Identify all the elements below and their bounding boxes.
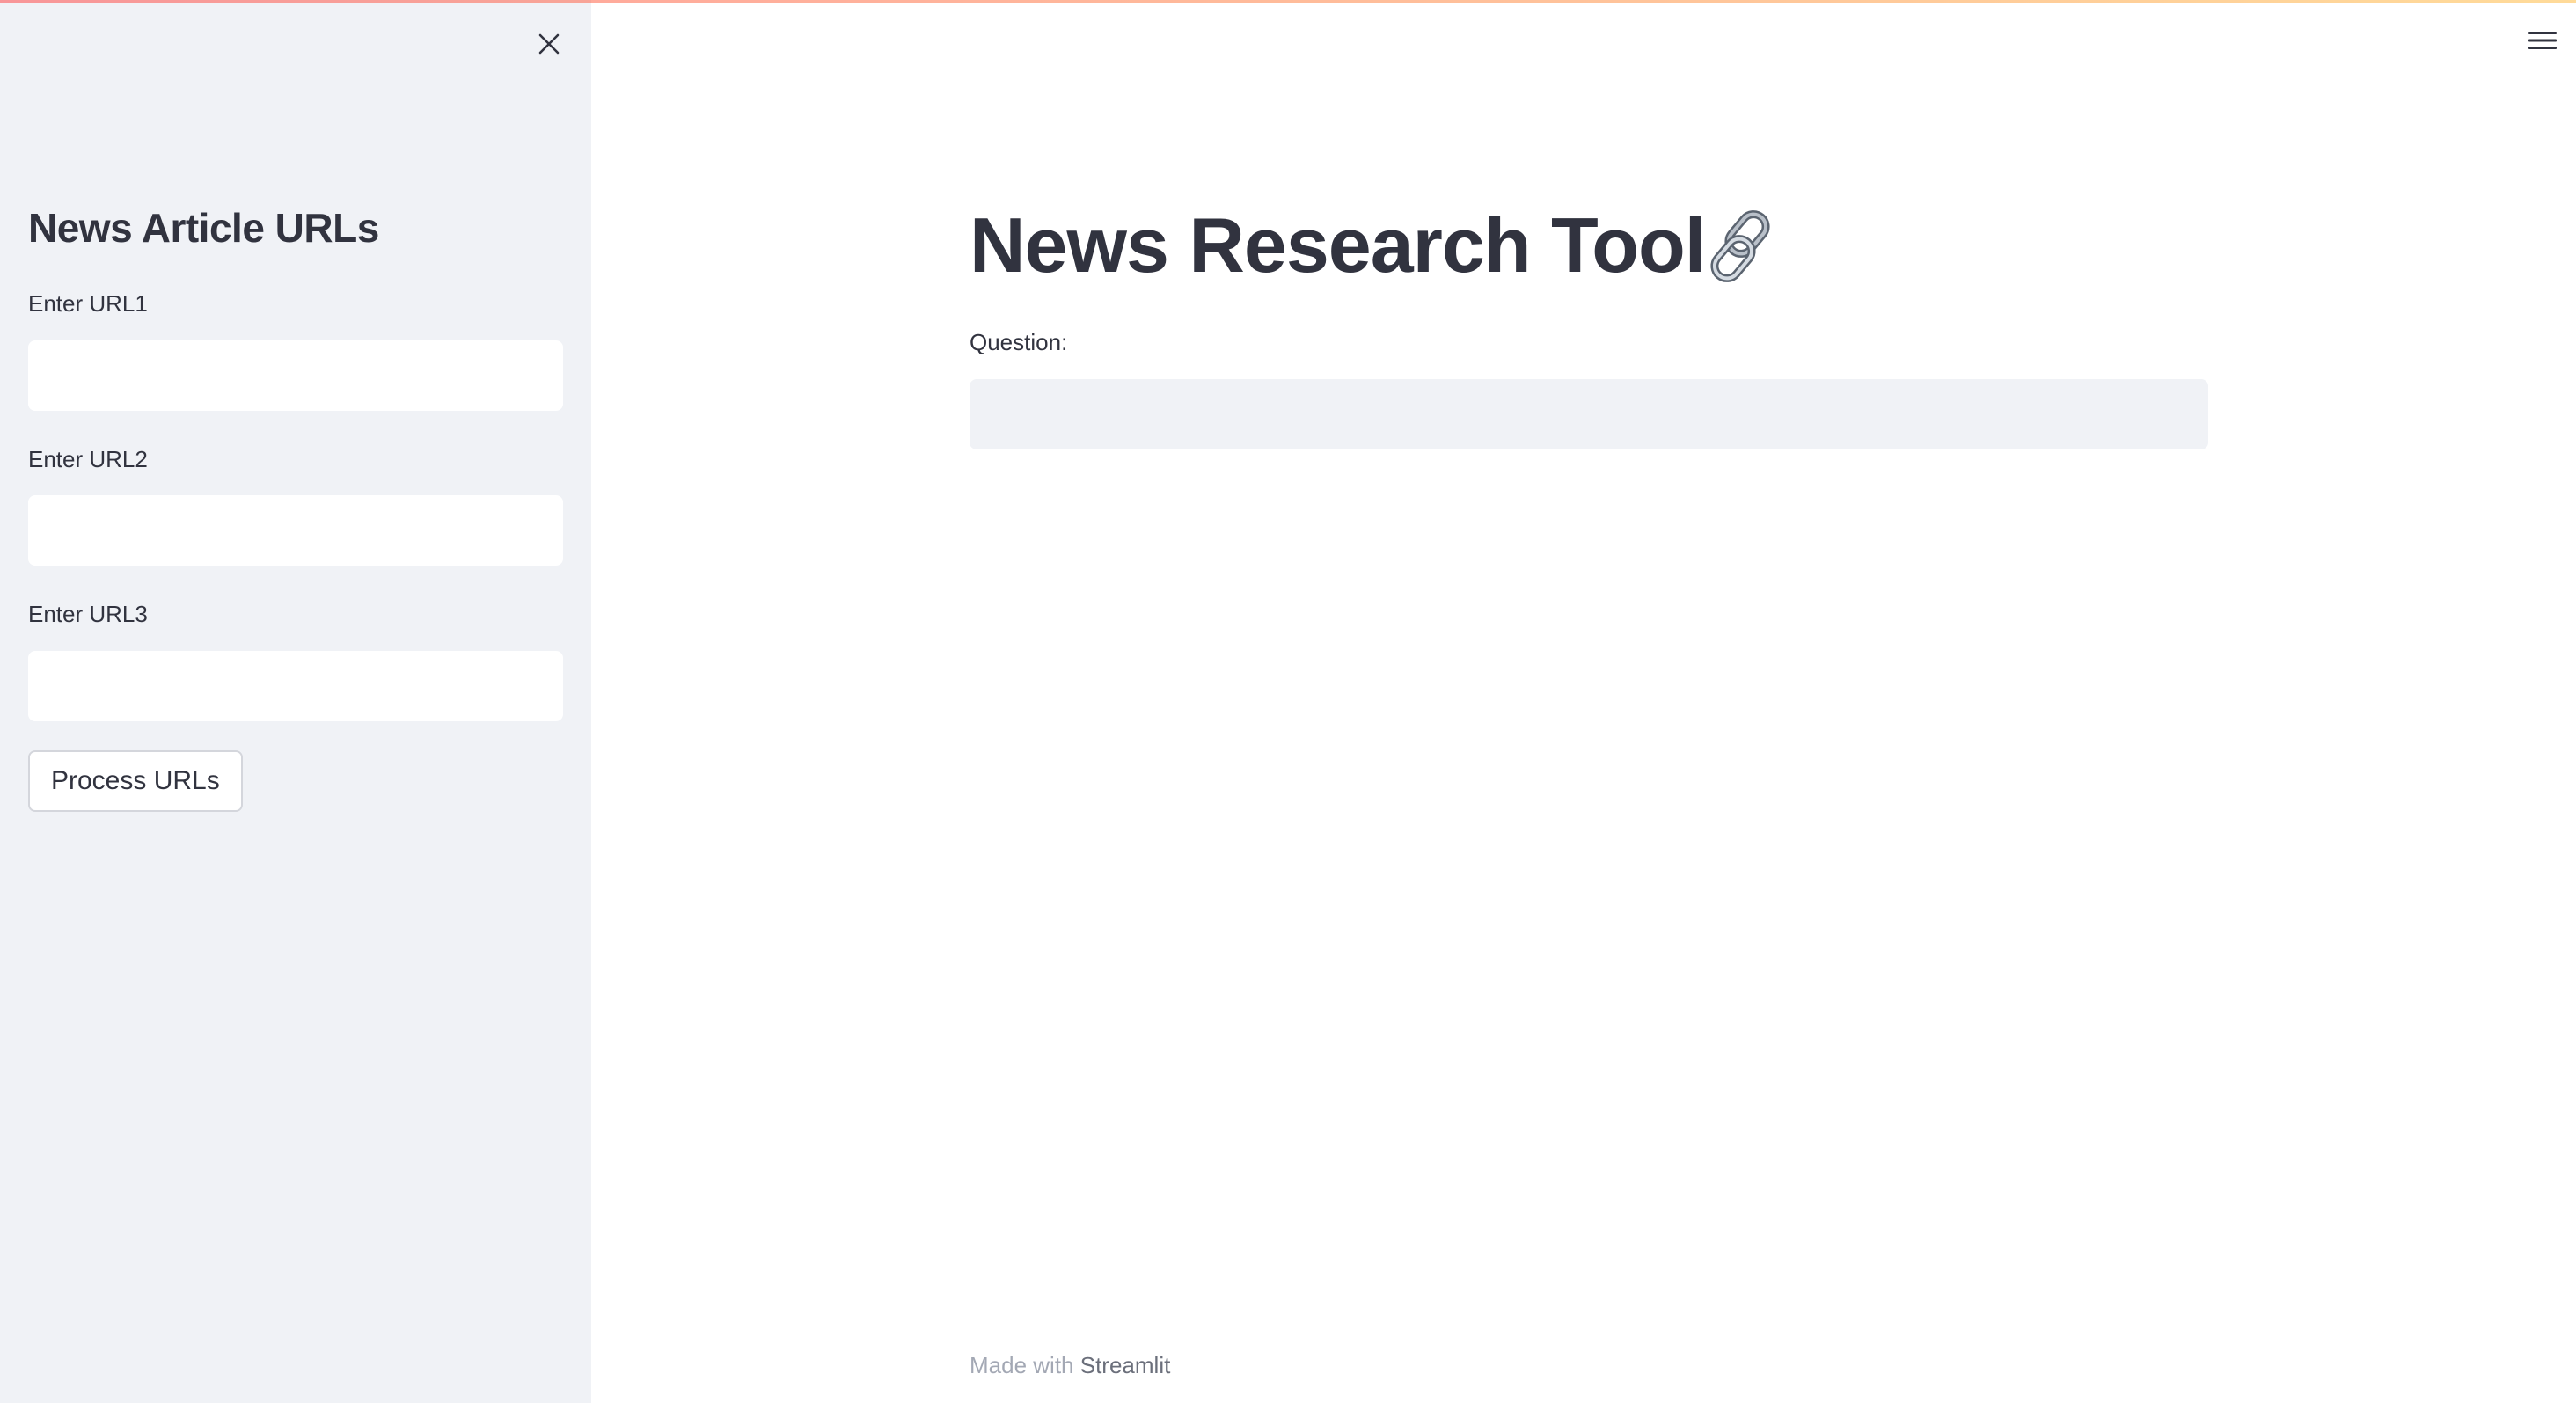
url3-label: Enter URL3 [28, 601, 148, 627]
footer-prefix: Made with [970, 1352, 1074, 1378]
url2-label: Enter URL2 [28, 446, 148, 472]
footer: Made with Streamlit [970, 1352, 1170, 1379]
sidebar-title: News Article URLs [28, 205, 379, 251]
sidebar-close-button[interactable] [531, 26, 567, 62]
url3-input[interactable] [28, 651, 563, 721]
page-title: News Research Tool [970, 201, 1786, 290]
question-input[interactable] [970, 379, 2208, 449]
main-menu-button[interactable] [2525, 23, 2560, 58]
url2-input[interactable] [28, 495, 563, 566]
streamlit-link[interactable]: Streamlit [1080, 1352, 1171, 1378]
process-urls-button[interactable]: Process URLs [28, 750, 243, 812]
url1-input[interactable] [28, 340, 563, 411]
sidebar: News Article URLs Enter URL1 Enter URL2 … [0, 0, 591, 1403]
hamburger-menu-icon [2528, 32, 2557, 49]
chain-link-icon [1710, 210, 1770, 282]
page-title-text: News Research Tool [970, 201, 1706, 289]
close-icon [538, 33, 560, 55]
question-label: Question: [970, 329, 1068, 355]
url1-label: Enter URL1 [28, 290, 148, 317]
top-decoration-bar [0, 0, 2576, 3]
